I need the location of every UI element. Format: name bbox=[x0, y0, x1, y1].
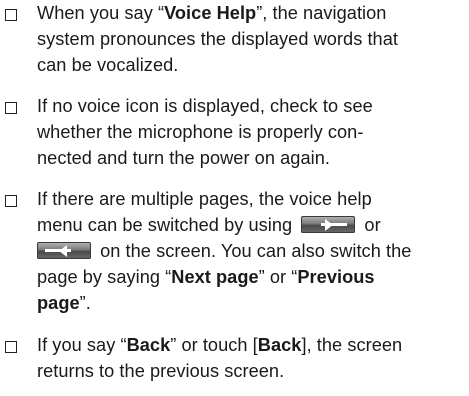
bold-term: Back bbox=[257, 335, 302, 355]
note-line: When you say “Voice Help”, the navigatio… bbox=[37, 3, 387, 23]
note-line: system pronounces the displayed words th… bbox=[37, 29, 398, 49]
note-line: page”. bbox=[37, 293, 91, 313]
checkbox-bullet-icon bbox=[5, 9, 17, 21]
bold-term: Next page bbox=[171, 267, 259, 287]
checkbox-bullet-icon bbox=[5, 341, 17, 353]
note-line: on the screen. You can also switch the bbox=[37, 238, 411, 264]
note-line: If no voice icon is displayed, check to … bbox=[37, 96, 373, 116]
note-line: menu can be switched by using or bbox=[37, 215, 381, 235]
note-line: If you say “Back” or touch [Back], the s… bbox=[37, 335, 403, 355]
note-line: nected and turn the power on again. bbox=[37, 148, 330, 168]
bold-term: Voice Help bbox=[164, 3, 257, 23]
checkbox-bullet-icon bbox=[5, 102, 17, 114]
previous-page-icon bbox=[37, 242, 91, 260]
note-line: If there are multiple pages, the voice h… bbox=[37, 189, 372, 209]
note-line: whether the microphone is properly con- bbox=[37, 122, 364, 142]
next-page-icon bbox=[301, 216, 356, 234]
bold-term: page bbox=[37, 293, 80, 313]
checkbox-bullet-icon bbox=[5, 195, 17, 207]
note-line: returns to the previous screen. bbox=[37, 361, 285, 381]
bold-term: Back bbox=[126, 335, 171, 355]
note-line: can be vocalized. bbox=[37, 55, 179, 75]
bold-term: Previous bbox=[297, 267, 375, 287]
note-line: page by saying “Next page” or “Previous bbox=[37, 267, 375, 287]
